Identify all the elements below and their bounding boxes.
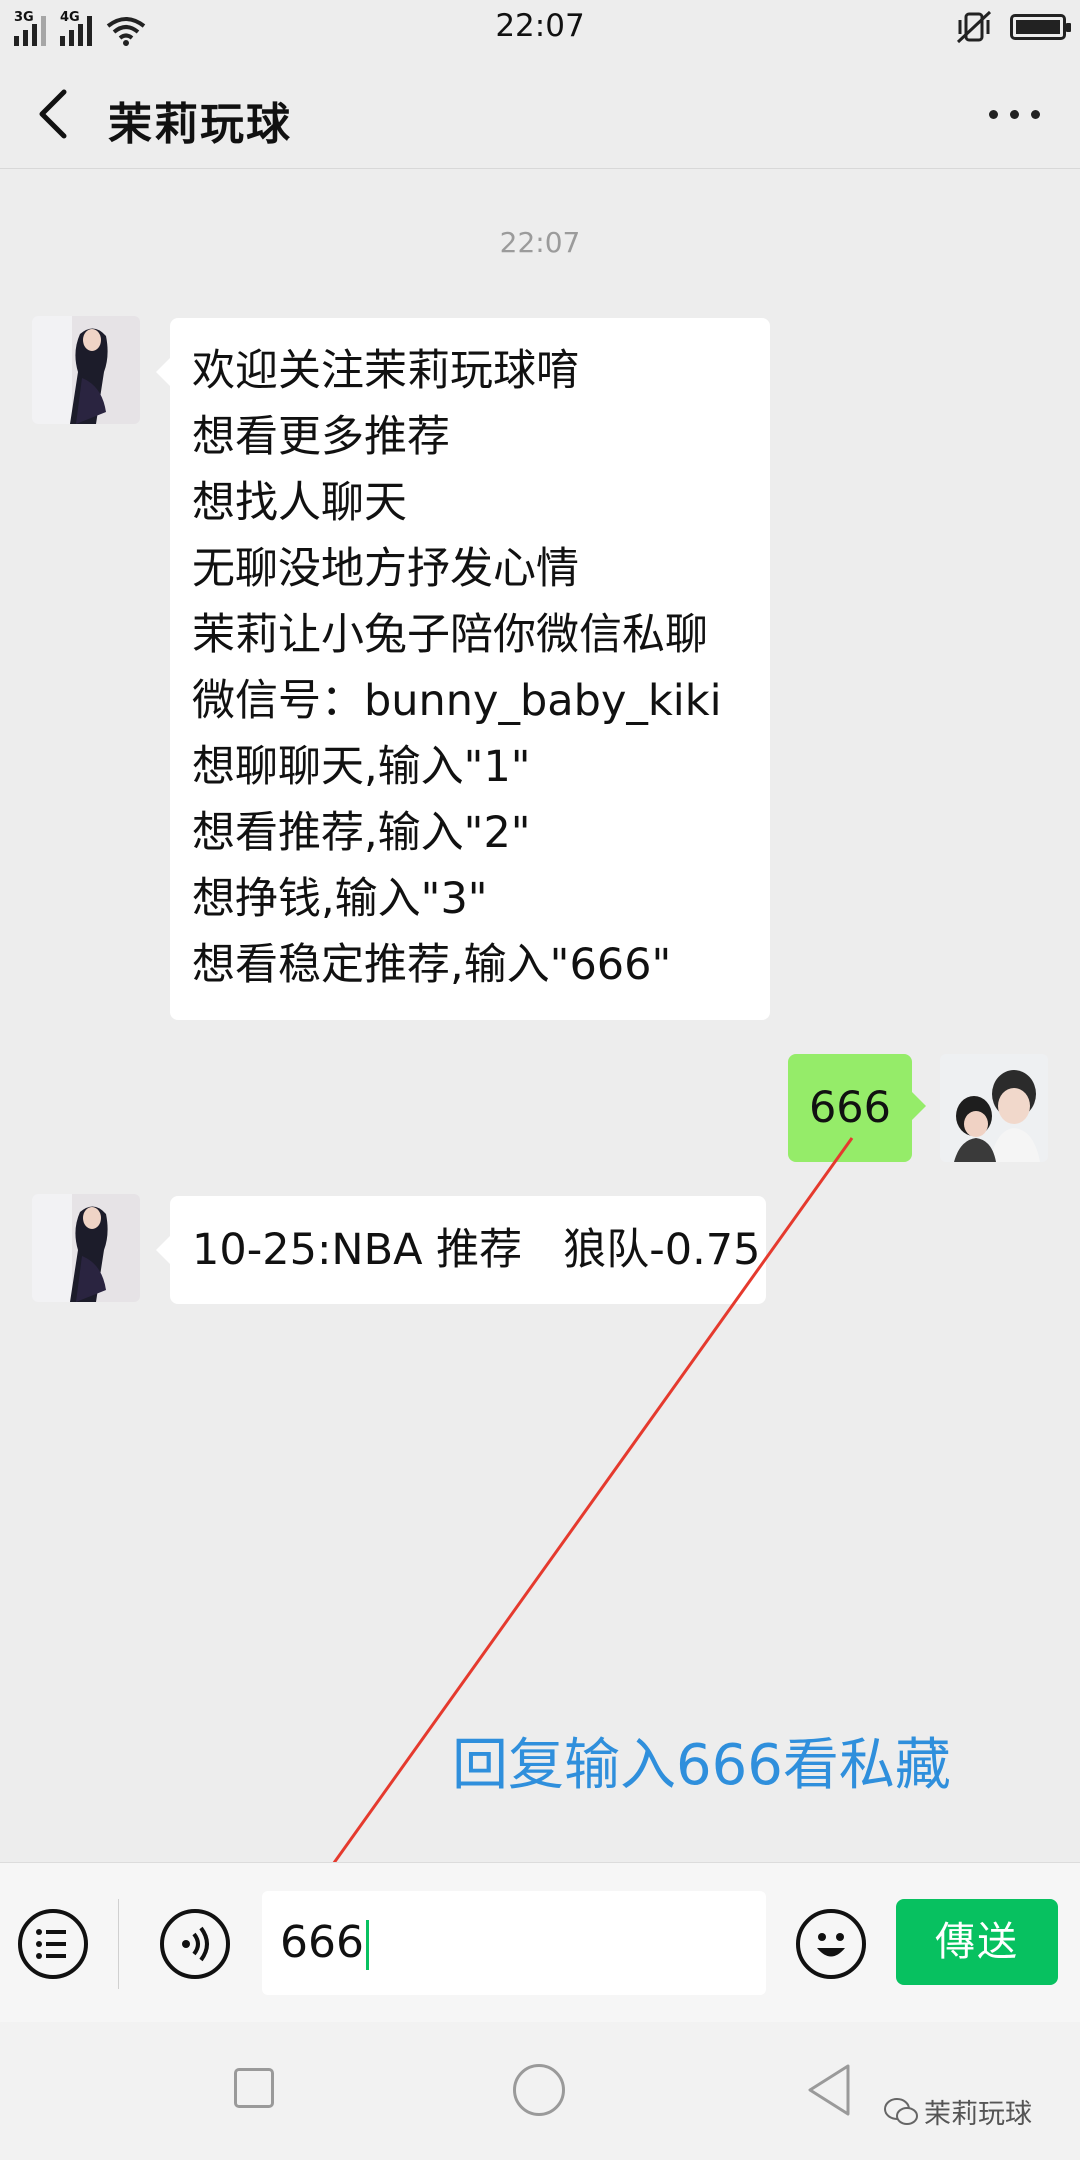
recent-apps-button[interactable] <box>234 2068 274 2108</box>
more-dot-icon <box>1031 110 1040 119</box>
message-input[interactable]: 666 <box>262 1891 766 1995</box>
chat-title: 茉莉玩球 <box>108 99 292 150</box>
sender-avatar[interactable] <box>32 316 140 424</box>
home-button[interactable] <box>513 2064 565 2116</box>
emoji-button[interactable] <box>796 1909 866 1979</box>
status-bar: 3G 4G 22:07 <box>0 0 1080 58</box>
message-line: 无聊没地方抒发心情 <box>192 544 579 594</box>
message-line: 微信号：bunny_baby_kiki <box>192 676 722 726</box>
message-line: 想找人聊天 <box>192 478 407 528</box>
avatar-image-girl <box>32 316 140 424</box>
watermark-text: 茉莉玩球 <box>924 2099 1032 2130</box>
more-dot-icon <box>1010 110 1019 119</box>
my-avatar[interactable] <box>940 1054 1048 1162</box>
chat-header: 茉莉玩球 <box>0 58 1080 169</box>
smiley-icon <box>817 1933 845 1957</box>
message-text: 666 <box>808 1083 892 1133</box>
message-line: 想挣钱,输入"3" <box>192 874 488 924</box>
system-nav-bar: 茉莉玩球 <box>0 2022 1080 2160</box>
sender-avatar[interactable] <box>32 1194 140 1302</box>
vibrate-mute-icon <box>956 10 992 44</box>
send-button[interactable]: 傳送 <box>896 1899 1058 1985</box>
input-bar: 666 傳送 <box>0 1862 1080 2023</box>
message-bubble-outgoing[interactable]: 666 <box>788 1054 926 1162</box>
message-timestamp: 22:07 <box>499 226 581 259</box>
message-line: 想看稳定推荐,输入"666" <box>192 940 672 990</box>
divider <box>118 1899 119 1989</box>
message-line: 茉莉让小兔子陪你微信私聊 <box>192 610 708 660</box>
avatar-image-girl <box>32 1194 140 1302</box>
message-bubble-incoming[interactable]: 欢迎关注茉莉玩球唷 想看更多推荐 想找人聊天 无聊没地方抒发心情 茉莉让小兔子陪… <box>156 318 770 1020</box>
message-line: 欢迎关注茉莉玩球唷 <box>192 346 579 396</box>
wechat-logo-icon <box>884 2097 918 2125</box>
list-icon <box>36 1929 66 1959</box>
nav-back-icon[interactable] <box>804 2062 854 2118</box>
more-dot-icon <box>989 110 998 119</box>
voice-icon <box>182 1926 209 1962</box>
message-text: 10-25:NBA 推荐 狼队-0.75 <box>192 1225 761 1275</box>
message-bubble-incoming[interactable]: 10-25:NBA 推荐 狼队-0.75 <box>156 1196 766 1304</box>
more-options-button[interactable] <box>989 110 1040 119</box>
back-arrow-icon[interactable] <box>30 86 80 142</box>
message-line: 想看推荐,输入"2" <box>192 808 531 858</box>
message-input-value: 666 <box>280 1917 364 1968</box>
avatar-image-couple <box>940 1054 1048 1162</box>
menu-list-button[interactable] <box>18 1909 88 1979</box>
message-line: 想聊聊天,输入"1" <box>192 742 531 792</box>
text-caret <box>365 1920 369 1970</box>
voice-button[interactable] <box>160 1909 230 1979</box>
watermark: 茉莉玩球 <box>884 2092 1032 2131</box>
status-time: 22:07 <box>495 8 585 44</box>
message-line: 想看更多推荐 <box>192 412 450 462</box>
annotation-text: 回复输入666看私藏 <box>452 1733 951 1798</box>
battery-icon <box>1010 14 1071 40</box>
